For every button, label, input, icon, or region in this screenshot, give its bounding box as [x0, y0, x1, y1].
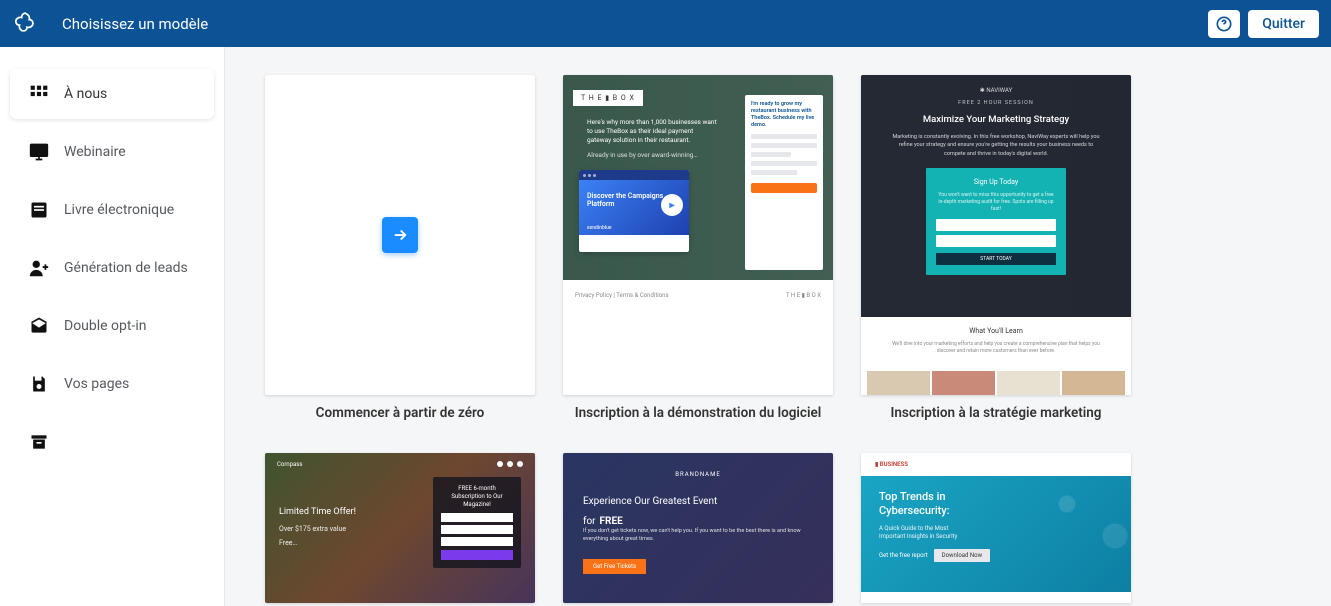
- preview-button: Download Now: [934, 549, 990, 562]
- sidebar-item-webinar[interactable]: Webinaire: [10, 127, 214, 177]
- play-icon: ▸: [661, 194, 683, 216]
- template-grid-container: Commencer à partir de zéro T H E ▮ B O X…: [225, 47, 1331, 606]
- sidebar-item-label: À nous: [64, 86, 107, 102]
- template-caption: Inscription à la démonstration du logici…: [575, 405, 822, 421]
- preview-text: I'm ready to grow my restaurant business…: [751, 101, 817, 130]
- preview-heading: Experience Our Greatest Event: [583, 496, 813, 507]
- start-arrow-button[interactable]: [382, 217, 418, 253]
- template-thumb: BRANDNAME Experience Our Greatest Event …: [563, 453, 833, 603]
- grid-icon: [28, 83, 50, 105]
- preview-text: If you don't get tickets now, we can't h…: [583, 528, 813, 543]
- preview-button: START TODAY: [936, 253, 1056, 265]
- preview-text: Over $175 extra value: [279, 525, 399, 533]
- quit-button[interactable]: Quitter: [1248, 10, 1319, 38]
- help-button[interactable]: [1208, 10, 1240, 38]
- preview-brand: ✱ NAVIWAY: [879, 87, 1113, 94]
- preview-brand: BRANDNAME: [583, 471, 813, 478]
- preview-text: FREE 2 HOUR SESSION: [879, 100, 1113, 106]
- sidebar-item-label: Webinaire: [64, 144, 126, 160]
- preview-form-panel: I'm ready to grow my restaurant business…: [745, 95, 823, 270]
- template-caption: Commencer à partir de zéro: [316, 405, 485, 421]
- template-card-software-demo[interactable]: T H E ▮ B O X Here's why more than 1,000…: [563, 75, 833, 421]
- sidebar-item-yourpages[interactable]: Vos pages: [10, 359, 214, 409]
- sidebar-item-leads[interactable]: Génération de leads: [10, 243, 214, 293]
- preview-text: FREE: [600, 516, 623, 527]
- template-caption: Inscription à la stratégie marketing: [891, 405, 1102, 421]
- template-thumb: [265, 75, 535, 395]
- sidebar-item-about[interactable]: À nous: [10, 69, 214, 119]
- preview-text: A Quick Guide to the Most: [879, 525, 948, 532]
- template-card-marketing[interactable]: ✱ NAVIWAY FREE 2 HOUR SESSION Maximize Y…: [861, 75, 1131, 421]
- preview-mini-window: Discover the Campaigns Platform ▸ sendin…: [579, 170, 689, 252]
- book-icon: [28, 199, 50, 221]
- save-icon: [28, 373, 50, 395]
- template-thumb: T H E ▮ B O X Here's why more than 1,000…: [563, 75, 833, 395]
- preview-text: You won't want to miss this opportunity …: [936, 192, 1056, 213]
- preview-button: Get Free Tickets: [583, 559, 646, 574]
- preview-text: FREE 6-month Subscription to Our Magazin…: [441, 485, 513, 508]
- preview-heading: Cybersecurity:: [879, 504, 950, 517]
- preview-brand: ▮ BUSINESS: [861, 453, 1131, 476]
- preview-form: Sign Up Today You won't want to miss thi…: [926, 168, 1066, 275]
- archive-icon: [28, 431, 50, 453]
- user-plus-icon: [28, 257, 50, 279]
- sidebar-item-label: Livre électronique: [64, 202, 174, 218]
- preview-button: [441, 550, 513, 560]
- template-thumb: ▮ BUSINESS Top Trends inCybersecurity: A…: [861, 453, 1131, 603]
- preview-text: Privacy Policy | Terms & Conditions: [575, 292, 669, 299]
- template-card-event[interactable]: BRANDNAME Experience Our Greatest Event …: [563, 453, 833, 603]
- preview-text: for: [583, 516, 596, 527]
- page-title: Choisissez un modèle: [62, 15, 1200, 33]
- template-card-cybersecurity[interactable]: ▮ BUSINESS Top Trends inCybersecurity: A…: [861, 453, 1131, 603]
- preview-text: Free…: [279, 539, 399, 547]
- sidebar: À nous Webinaire Livre électronique Géné…: [0, 47, 225, 606]
- preview-heading: Top Trends in: [879, 490, 946, 503]
- preview-heading: Maximize Your Marketing Strategy: [879, 114, 1113, 125]
- sidebar-item-archive[interactable]: [10, 417, 214, 467]
- preview-brand: Compass: [277, 461, 302, 468]
- template-thumb: Compass FREE 6-month Subscription to Our…: [265, 453, 535, 603]
- preview-text: Important Insights in Security: [879, 533, 957, 540]
- template-thumb: ✱ NAVIWAY FREE 2 HOUR SESSION Maximize Y…: [861, 75, 1131, 395]
- app-logo-icon: [12, 10, 40, 38]
- preview-heading: Limited Time Offer!: [279, 507, 399, 517]
- preview-text: Get the free report: [879, 552, 928, 559]
- preview-text: Here's why more than 1,000 businesses wa…: [587, 118, 717, 145]
- preview-text: T H E ▮ B O X: [786, 292, 821, 299]
- monitor-icon: [28, 141, 50, 163]
- sidebar-item-optin[interactable]: Double opt-in: [10, 301, 214, 351]
- sidebar-item-label: Génération de leads: [64, 260, 188, 276]
- preview-heading: What You'll Learn: [871, 327, 1121, 335]
- preview-text: Sign Up Today: [936, 178, 1056, 186]
- preview-text: We'll dive into your marketing efforts a…: [891, 341, 1101, 355]
- sidebar-item-ebook[interactable]: Livre électronique: [10, 185, 214, 235]
- preview-text: Marketing is constantly evolving. In thi…: [879, 133, 1113, 158]
- preview-brand: T H E ▮ B O X: [573, 90, 643, 106]
- preview-text: sendinblue: [587, 225, 612, 231]
- inbox-icon: [28, 315, 50, 337]
- template-card-blank[interactable]: Commencer à partir de zéro: [265, 75, 535, 421]
- sidebar-item-label: Vos pages: [64, 376, 129, 392]
- app-header: Choisissez un modèle Quitter: [0, 0, 1331, 47]
- preview-text: Already in use by over award-winning…: [587, 151, 717, 160]
- template-card-magazine[interactable]: Compass FREE 6-month Subscription to Our…: [265, 453, 535, 603]
- sidebar-item-label: Double opt-in: [64, 318, 146, 334]
